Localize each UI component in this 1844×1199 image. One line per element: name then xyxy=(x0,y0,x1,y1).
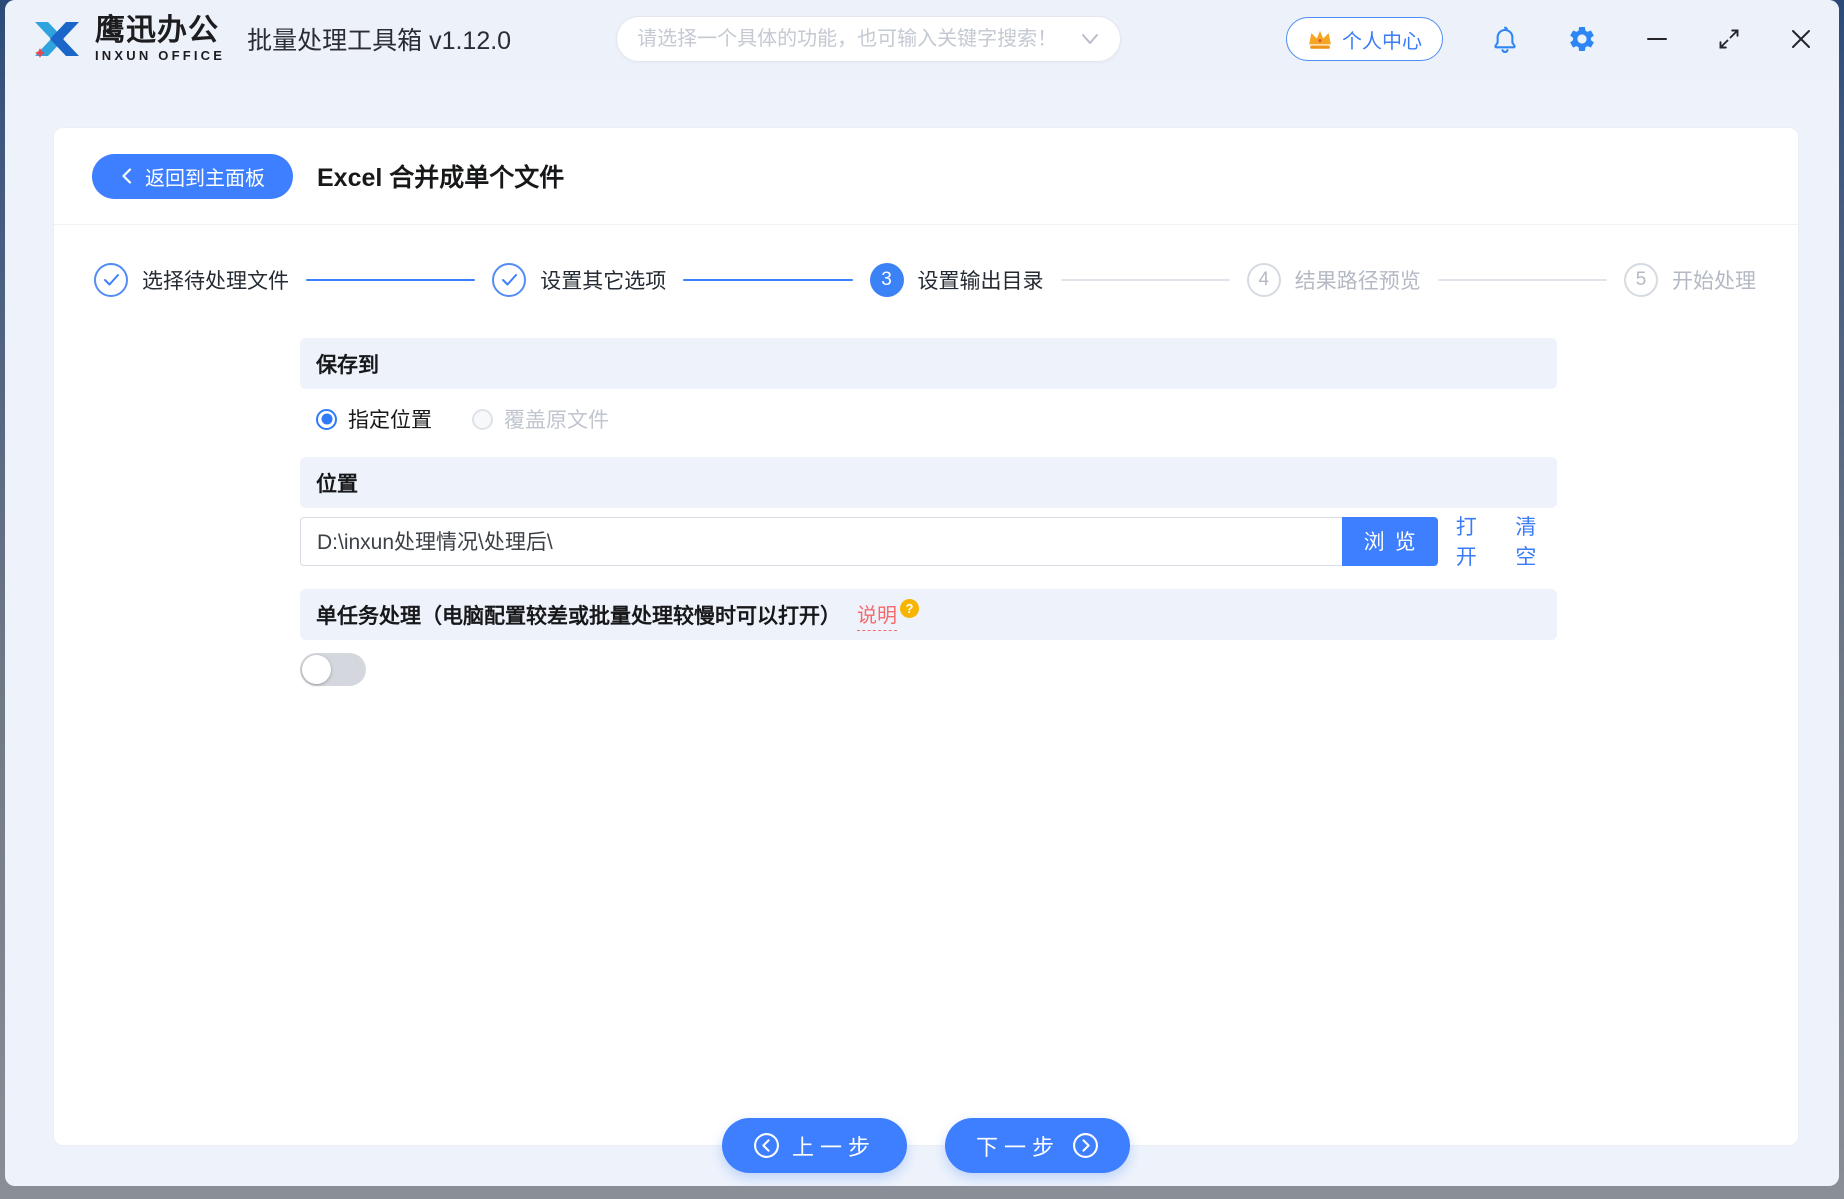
step-result-preview: 4 结果路径预览 xyxy=(1247,263,1421,297)
titlebar-actions: 个人中心 xyxy=(1286,17,1813,61)
prev-step-label: 上一步 xyxy=(792,1130,876,1162)
open-folder-link[interactable]: 打开 xyxy=(1456,511,1498,571)
step-select-files: 选择待处理文件 xyxy=(94,263,289,297)
app-title: 批量处理工具箱 v1.12.0 xyxy=(247,21,511,57)
step-connector xyxy=(1438,279,1607,281)
step-other-options: 设置其它选项 xyxy=(492,263,666,297)
app-window: 鹰迅办公 INXUN OFFICE 批量处理工具箱 v1.12.0 xyxy=(5,0,1839,1186)
save-to-options: 指定位置 覆盖原文件 xyxy=(316,404,1557,434)
location-input-row: 浏览 打开 清空 xyxy=(300,511,1557,571)
step-connector xyxy=(306,279,475,281)
toggle-knob[interactable] xyxy=(302,655,331,684)
radio-label: 指定位置 xyxy=(348,404,432,434)
titlebar: 鹰迅办公 INXUN OFFICE 批量处理工具箱 v1.12.0 xyxy=(5,0,1839,78)
wizard-nav: 上一步 下一步 xyxy=(54,1118,1798,1173)
radio-specified-location[interactable]: 指定位置 xyxy=(316,404,432,434)
notification-button[interactable] xyxy=(1491,24,1519,54)
single-task-header: 单任务处理（电脑配置较差或批量处理较慢时可以打开） 说明 ? xyxy=(300,589,1557,640)
circle-chevron-right-icon xyxy=(1072,1132,1099,1159)
user-center-label: 个人中心 xyxy=(1342,25,1422,54)
brand-text: 鹰迅办公 INXUN OFFICE xyxy=(95,15,225,64)
brand-logo: 鹰迅办公 INXUN OFFICE xyxy=(31,15,225,64)
back-label: 返回到主面板 xyxy=(145,162,265,191)
step-check-icon xyxy=(492,263,526,297)
step-number: 5 xyxy=(1624,263,1658,297)
step-indicator: 选择待处理文件 设置其它选项 3 设置输出目录 xyxy=(54,225,1798,297)
step-label: 设置输出目录 xyxy=(918,265,1044,295)
close-icon xyxy=(1789,27,1813,51)
chevron-left-icon xyxy=(120,167,133,185)
brand-name-cn: 鹰迅办公 xyxy=(95,15,225,47)
browse-button[interactable]: 浏览 xyxy=(1342,517,1438,566)
page-title: Excel 合并成单个文件 xyxy=(317,158,564,194)
maximize-icon xyxy=(1717,27,1741,51)
radio-checked-icon[interactable] xyxy=(316,409,337,430)
question-badge-icon[interactable]: ? xyxy=(900,599,919,618)
step-label: 选择待处理文件 xyxy=(142,265,289,295)
circle-chevron-left-icon xyxy=(753,1132,780,1159)
radio-label: 覆盖原文件 xyxy=(504,404,609,434)
step-connector xyxy=(683,279,852,281)
prev-step-button[interactable]: 上一步 xyxy=(722,1118,907,1173)
radio-disabled-icon xyxy=(472,409,493,430)
close-button[interactable] xyxy=(1789,27,1813,51)
main-content: 返回到主面板 Excel 合并成单个文件 选择待处理文件 xyxy=(5,78,1839,1186)
step-output-directory: 3 设置输出目录 xyxy=(870,263,1044,297)
function-search[interactable] xyxy=(616,16,1121,62)
next-step-button[interactable]: 下一步 xyxy=(945,1118,1130,1173)
single-task-toggle[interactable] xyxy=(300,653,366,686)
bell-icon xyxy=(1491,24,1519,54)
single-task-header-label: 单任务处理（电脑配置较差或批量处理较慢时可以打开） xyxy=(316,600,841,630)
help-link[interactable]: 说明 xyxy=(857,599,897,631)
search-input[interactable] xyxy=(637,28,1080,51)
user-center-button[interactable]: 个人中心 xyxy=(1286,17,1443,61)
location-header-label: 位置 xyxy=(316,468,358,498)
clear-path-link[interactable]: 清空 xyxy=(1515,511,1557,571)
crown-icon xyxy=(1307,28,1333,50)
save-to-header: 保存到 xyxy=(300,338,1557,389)
output-settings-form: 保存到 指定位置 覆盖原文件 位置 xyxy=(300,338,1557,686)
output-path-input[interactable] xyxy=(300,517,1342,566)
gear-icon xyxy=(1567,24,1597,54)
function-card: 返回到主面板 Excel 合并成单个文件 选择待处理文件 xyxy=(53,127,1799,1146)
step-number: 4 xyxy=(1247,263,1281,297)
minimize-button[interactable] xyxy=(1645,27,1669,51)
step-start-processing: 5 开始处理 xyxy=(1624,263,1756,297)
settings-button[interactable] xyxy=(1567,24,1597,54)
next-step-label: 下一步 xyxy=(976,1130,1060,1162)
step-number: 3 xyxy=(870,263,904,297)
location-header: 位置 xyxy=(300,457,1557,508)
step-check-icon xyxy=(94,263,128,297)
maximize-button[interactable] xyxy=(1717,27,1741,51)
step-label: 开始处理 xyxy=(1672,265,1756,295)
radio-overwrite-original: 覆盖原文件 xyxy=(472,404,609,434)
card-header: 返回到主面板 Excel 合并成单个文件 xyxy=(54,128,1798,225)
chevron-down-icon[interactable] xyxy=(1080,32,1100,46)
step-label: 结果路径预览 xyxy=(1295,265,1421,295)
brand-name-en: INXUN OFFICE xyxy=(95,48,225,63)
save-to-header-label: 保存到 xyxy=(316,349,379,379)
step-connector xyxy=(1061,279,1230,281)
back-to-dashboard-button[interactable]: 返回到主面板 xyxy=(92,154,293,199)
logo-x-icon xyxy=(31,16,83,62)
step-label: 设置其它选项 xyxy=(540,265,666,295)
minimize-icon xyxy=(1645,27,1669,51)
